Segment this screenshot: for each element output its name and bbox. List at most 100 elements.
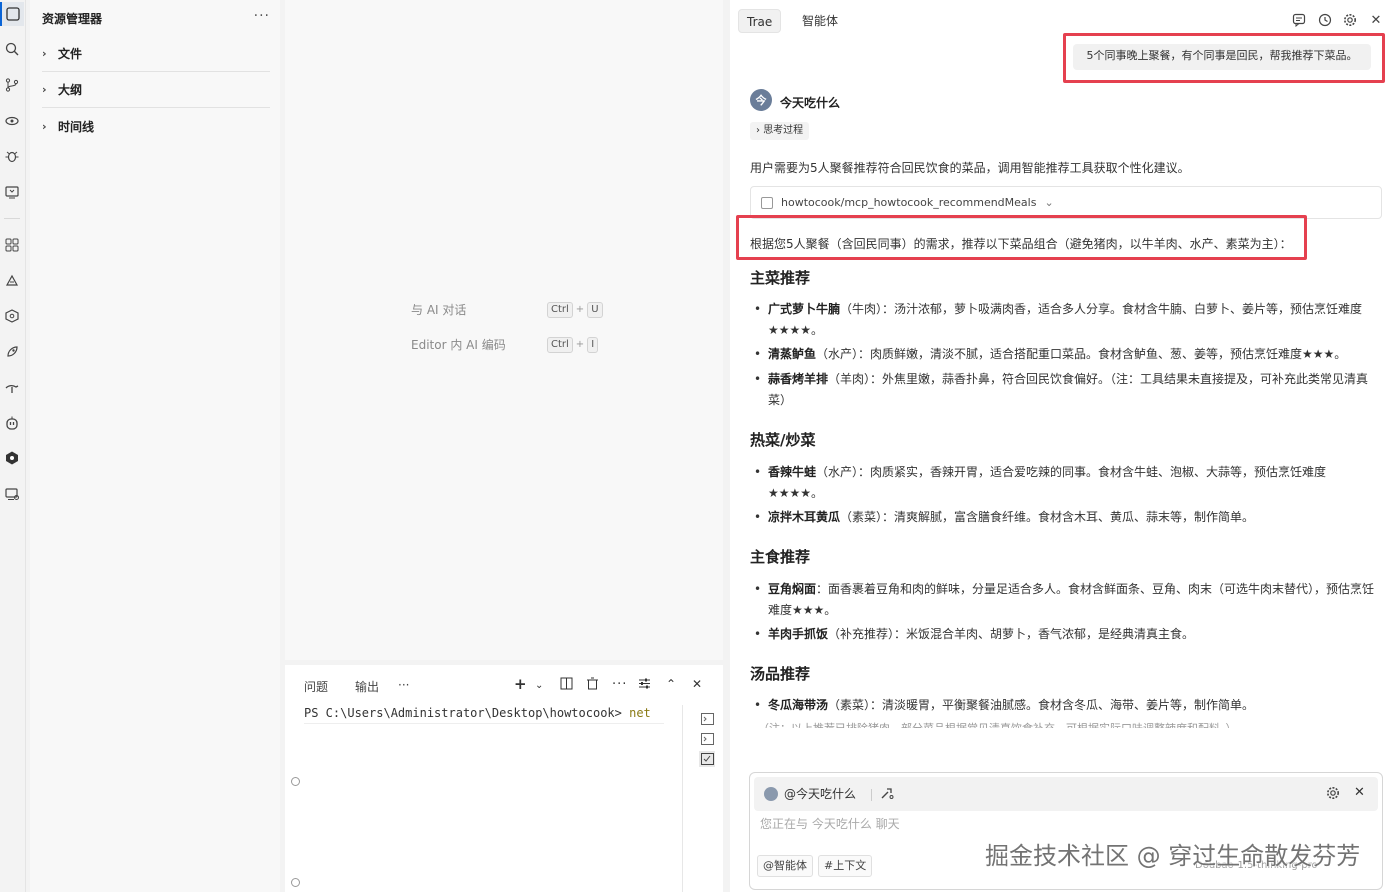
list-item: 豆角焖面：面香裹着豆角和肉的鲜味，分量足适合多人。食材含鲜面条、豆角、肉末（可选… (754, 579, 1378, 621)
kangaroo-icon[interactable] (0, 376, 24, 400)
source-control-icon[interactable] (0, 73, 24, 97)
highlight-box (1063, 33, 1385, 83)
rocket-icon[interactable] (0, 340, 24, 364)
editor-area: 与 AI 对话 Ctrl + U Editor 内 AI 编码 Ctrl + I (285, 0, 723, 660)
section-timeline[interactable]: › 时间线 (42, 108, 270, 144)
hint-ai-chat-label: 与 AI 对话 (411, 303, 467, 317)
highlight-box (736, 215, 1307, 260)
list-item: 冬瓜海带汤（素菜）：清淡暖胃，平衡聚餐油腻感。食材含冬瓜、海带、姜片等，制作简单… (754, 695, 1378, 716)
tab-trae[interactable]: Trae (738, 9, 782, 33)
cut-off-note: （注：以上推荐已排除猪肉，部分菜品根据常见清真饮食补充，可根据实际口味调整辣度和… (758, 720, 1358, 728)
new-chat-icon[interactable] (1291, 12, 1307, 28)
tab-problems[interactable]: 问题 (304, 678, 328, 695)
robot-icon[interactable] (0, 411, 24, 435)
history-icon[interactable] (1317, 12, 1333, 28)
tools-icon[interactable] (880, 786, 894, 803)
chat-input-box[interactable]: @今天吃什么 ✕ 您正在与 今天吃什么 聊天 @智能体 #上下文 Doubao-… (749, 772, 1383, 890)
context-selector-button[interactable]: #上下文 (818, 855, 873, 877)
hint-editor-ai-label: Editor 内 AI 编码 (411, 338, 506, 352)
section-heading: 热菜/炒菜 (750, 431, 816, 449)
terminal-instance-icon-active[interactable] (699, 751, 715, 767)
terminal-prompt: PS C:\Users\Administrator\Desktop\howtoc… (304, 706, 630, 720)
hexagon-icon[interactable] (0, 446, 24, 470)
terminal-marker-icon (291, 777, 300, 786)
chevron-right-icon: › (42, 119, 47, 133)
section-outline-label: 大纲 (58, 83, 83, 97)
terminal-divider (682, 705, 683, 892)
terminal-instance-icon[interactable] (699, 731, 715, 747)
section-files[interactable]: › 文件 (42, 36, 270, 72)
more-icon[interactable]: ··· (612, 677, 627, 692)
explorer-panel: 资源管理器 ··· › 文件 › 大纲 › 时间线 (30, 0, 280, 892)
ai-chat-panel: Trae 智能体 ✕ 5个同事晚上聚餐，有个同事是回民，帮我推荐下菜品。 今 今… (730, 0, 1394, 892)
screen-share-icon[interactable] (0, 482, 24, 506)
input-settings-icon[interactable] (1326, 786, 1340, 803)
panel-more-tabs[interactable]: ··· (398, 678, 409, 692)
search-icon[interactable] (0, 37, 24, 61)
key-i: I (587, 336, 599, 353)
key-ctrl: Ctrl (547, 301, 573, 318)
close-panel-icon[interactable]: ✕ (692, 677, 702, 691)
activity-bar (0, 0, 26, 892)
settings-gear-icon[interactable] (1342, 12, 1358, 28)
hint-editor-ai: Editor 内 AI 编码 Ctrl + I (411, 336, 611, 353)
tab-output[interactable]: 输出 (355, 678, 379, 695)
explorer-title: 资源管理器 (42, 12, 103, 26)
tool-call-name: howtocook/mcp_howtocook_recommendMeals (781, 196, 1037, 209)
list-item: 清蒸鲈鱼（水产）：肉质鲜嫩，清淡不腻，适合搭配重口菜品。食材含鲈鱼、葱、姜等，预… (754, 344, 1378, 365)
thinking-label: 思考过程 (763, 125, 804, 136)
bottom-panel: 问题 输出 ··· + ⌄ ··· ⌃ ✕ PS C:\Users\Admini… (285, 665, 723, 892)
terminal-instance-icon[interactable] (699, 711, 715, 727)
list-item: 蒜香烤羊排（羊肉）：外焦里嫩，蒜香扑鼻，符合回民饮食偏好。（注：工具结果未直接提… (754, 369, 1378, 411)
agent-context-chip[interactable]: @今天吃什么 (764, 785, 856, 802)
chevron-down-icon: ⌄ (1044, 196, 1054, 209)
explorer-more-button[interactable]: ··· (254, 8, 270, 24)
context-bar: @今天吃什么 ✕ (754, 777, 1378, 811)
chevron-right-icon: › (42, 83, 47, 96)
list-item: 广式萝卜牛腩（牛肉）：汤汁浓郁，萝卜吸满肉香，适合多人分享。食材含牛腩、白萝卜、… (754, 299, 1378, 341)
cube-icon[interactable] (0, 304, 24, 328)
intro-text: 用户需要为5人聚餐推荐符合回民饮食的菜品，调用智能推荐工具获取个性化建议。 (750, 161, 1190, 175)
terminal-marker-icon (291, 878, 300, 887)
hint-ai-chat: 与 AI 对话 Ctrl + U (411, 301, 611, 318)
agent-name: 今天吃什么 (780, 96, 841, 110)
chevron-right-icon: › (42, 47, 47, 60)
chat-input-placeholder[interactable]: 您正在与 今天吃什么 聊天 (760, 815, 900, 832)
run-debug-icon[interactable] (0, 109, 24, 133)
context-divider (871, 789, 872, 801)
extensions-icon[interactable] (0, 233, 24, 257)
deploy-icon[interactable] (0, 269, 24, 293)
bug-icon[interactable] (0, 144, 24, 168)
tab-agent[interactable]: 智能体 (794, 9, 846, 33)
trash-icon[interactable] (586, 677, 599, 694)
section-heading: 汤品推荐 (750, 665, 811, 683)
new-terminal-icon[interactable]: + (514, 675, 527, 693)
chevron-down-icon[interactable]: ⌄ (535, 680, 543, 691)
close-chat-icon[interactable]: ✕ (1368, 12, 1384, 28)
settings-sliders-icon[interactable] (638, 677, 651, 694)
remove-context-icon[interactable]: ✕ (1354, 785, 1365, 800)
agent-context-label: @今天吃什么 (784, 787, 857, 801)
list-item: 香辣牛蛙（水产）：肉质紧实，香辣开胃，适合爱吃辣的同事。食材含牛蛙、泡椒、大蒜等… (754, 462, 1378, 504)
list-item: 羊肉手抓饭（补充推荐）：米饭混合羊肉、胡萝卜，香气浓郁，是经典清真主食。 (754, 624, 1378, 645)
agent-chip-icon (764, 786, 778, 801)
section-heading: 主菜推荐 (750, 269, 811, 287)
section-timeline-label: 时间线 (58, 119, 95, 134)
explorer-icon[interactable] (0, 2, 24, 26)
watermark-text: 掘金技术社区 @ 穿过生命散发芬芳 (985, 842, 1361, 870)
activity-divider (4, 218, 20, 219)
agent-avatar: 今 (750, 89, 772, 111)
section-outline[interactable]: › 大纲 (42, 72, 270, 108)
split-terminal-icon[interactable] (560, 677, 573, 694)
maximize-panel-icon[interactable]: ⌃ (666, 677, 676, 691)
terminal-command: net (629, 706, 651, 720)
list-item: 凉拌木耳黄瓜（素菜）：清爽解腻，富含膳食纤维。食材含木耳、黄瓜、蒜末等，制作简单… (754, 507, 1378, 528)
section-heading: 主食推荐 (750, 548, 811, 566)
terminal-line[interactable]: PS C:\Users\Administrator\Desktop\howtoc… (304, 706, 651, 720)
key-u: U (587, 301, 603, 318)
remote-explorer-icon[interactable] (0, 180, 24, 204)
key-ctrl: Ctrl (547, 336, 573, 353)
agent-selector-button[interactable]: @智能体 (757, 855, 813, 877)
section-files-label: 文件 (58, 47, 83, 61)
thinking-process-toggle[interactable]: › 思考过程 (750, 122, 810, 140)
